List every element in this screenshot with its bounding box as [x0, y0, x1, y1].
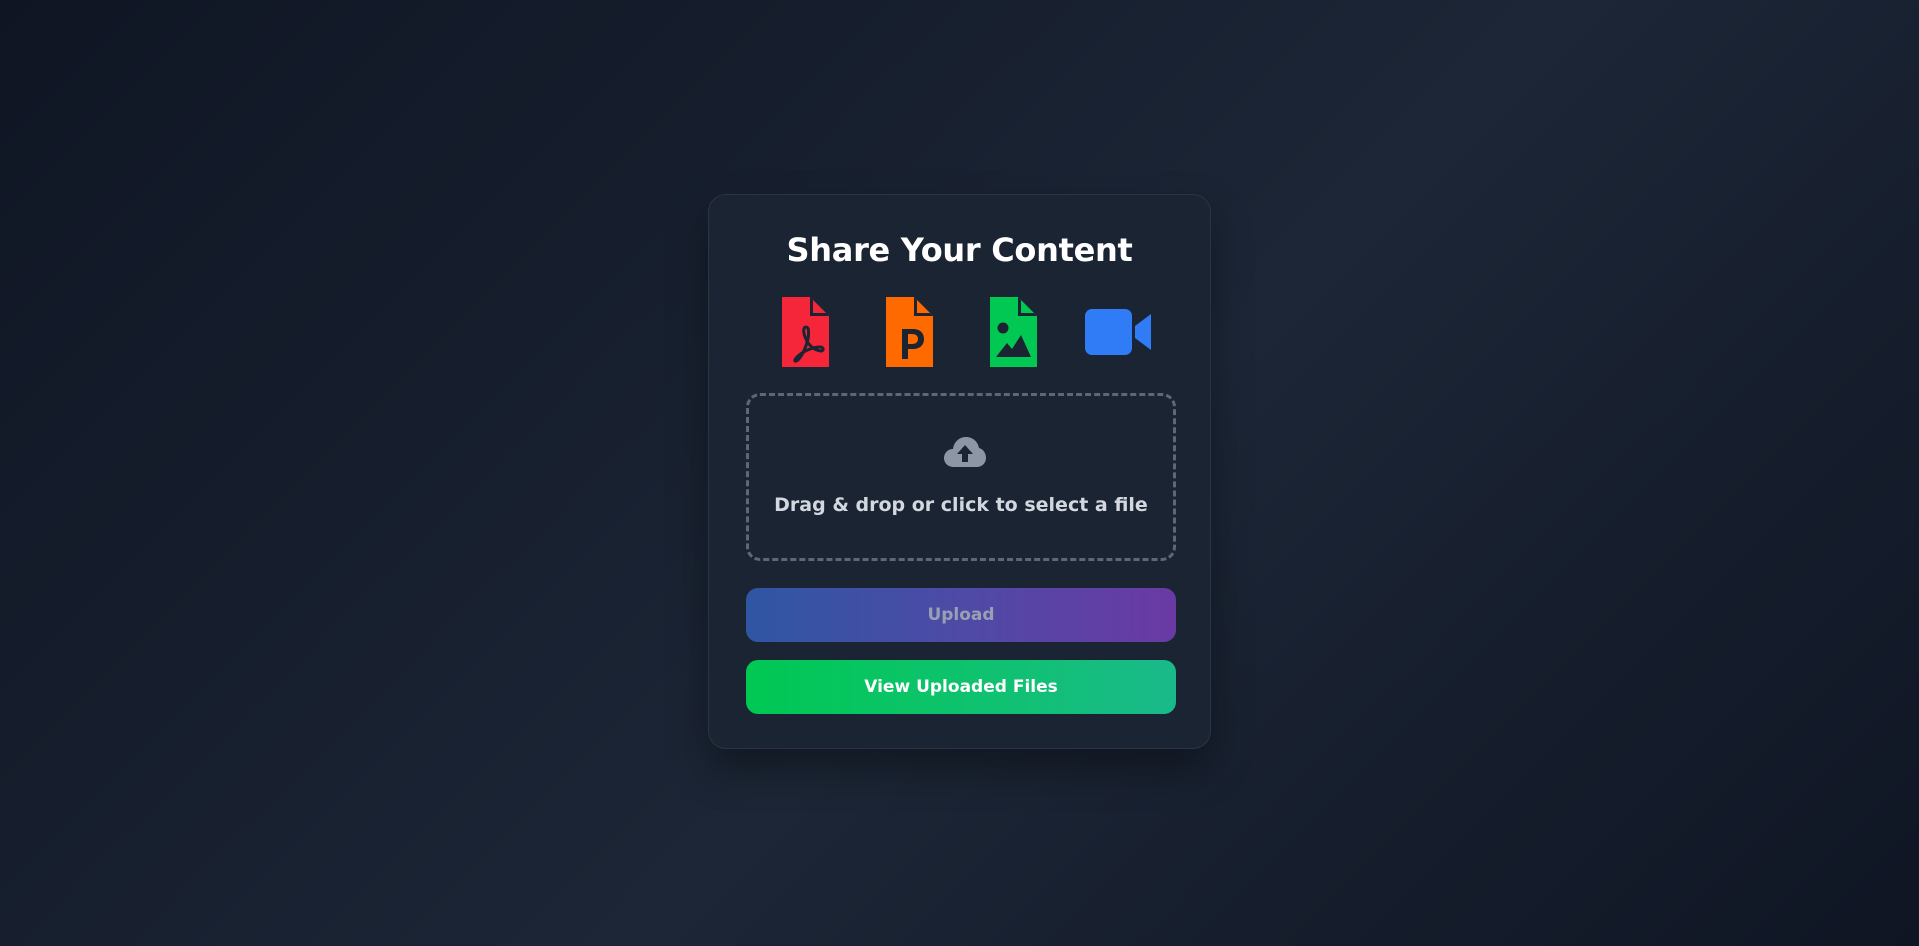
dropzone-instructions: Drag & drop or click to select a file	[774, 494, 1148, 516]
upload-button[interactable]: Upload	[746, 588, 1176, 642]
page-title: Share Your Content	[786, 231, 1133, 269]
file-dropzone[interactable]: Drag & drop or click to select a file	[746, 393, 1176, 561]
cloud-upload-icon	[943, 436, 987, 468]
file-type-icons	[709, 297, 1210, 367]
video-camera-icon	[1085, 297, 1155, 367]
view-uploaded-files-button[interactable]: View Uploaded Files	[746, 660, 1176, 714]
file-input[interactable]	[749, 396, 750, 397]
upload-card: Share Your Content Drag & drop or click …	[708, 194, 1211, 749]
image-file-icon	[981, 297, 1051, 367]
powerpoint-file-icon	[877, 297, 947, 367]
pdf-file-icon	[773, 297, 843, 367]
